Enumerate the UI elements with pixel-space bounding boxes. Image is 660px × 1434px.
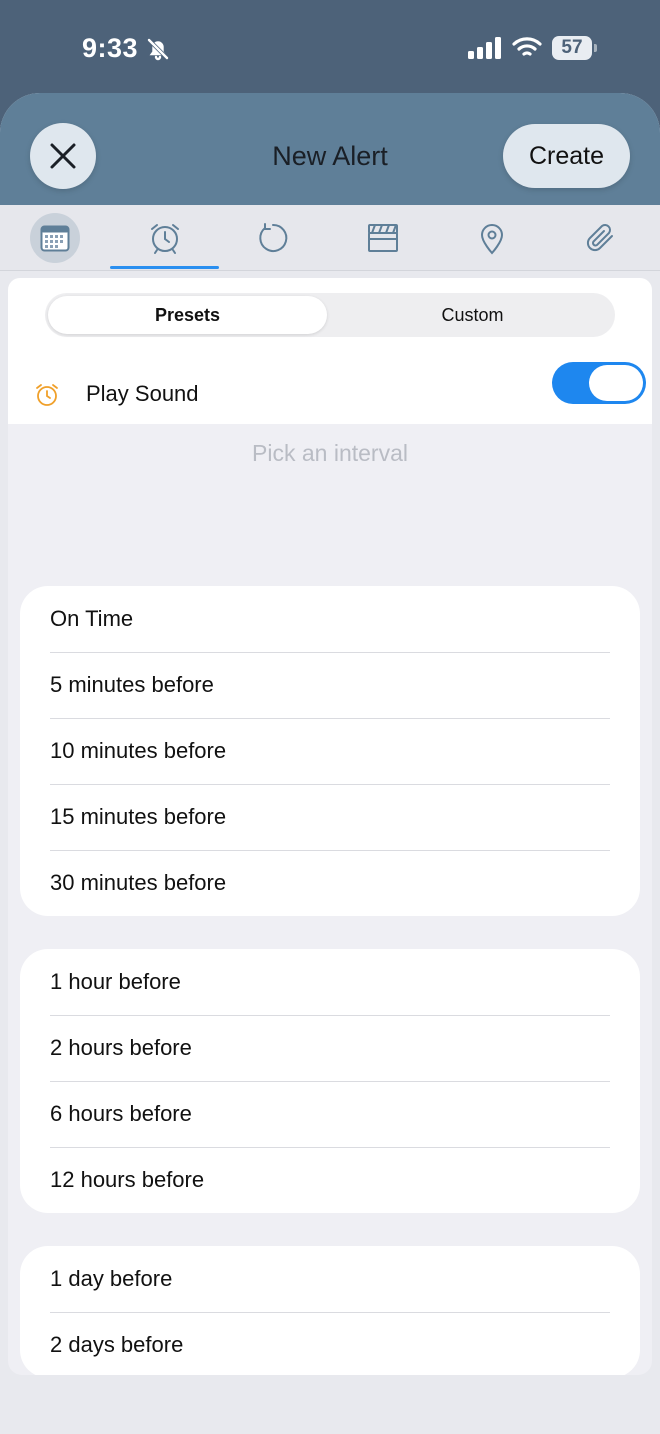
new-alert-sheet: New Alert Create Presets Custom Play Sou… (0, 93, 660, 1434)
tab-media[interactable] (328, 205, 438, 271)
interval-group-hours: 1 hour before 2 hours before 6 hours bef… (20, 949, 640, 1213)
list-item[interactable]: 10 minutes before (20, 718, 640, 784)
clapperboard-icon (368, 224, 398, 252)
list-item[interactable]: 6 hours before (20, 1081, 640, 1147)
options-panel: Presets Custom Play Sound (8, 278, 652, 424)
list-item[interactable]: 1 day before (20, 1246, 640, 1312)
mode-segmented-control: Presets Custom (45, 293, 615, 337)
status-time: 9:33 (82, 33, 139, 63)
tab-attachment[interactable] (546, 205, 656, 271)
tab-alert[interactable] (110, 205, 220, 271)
sheet-header: New Alert Create (0, 93, 660, 205)
cellular-signal-icon (468, 37, 501, 59)
tab-active-indicator (110, 266, 219, 269)
segment-presets[interactable]: Presets (48, 296, 327, 334)
bell-slash-icon (147, 38, 169, 61)
repeat-icon (259, 223, 288, 252)
battery-tip (594, 44, 597, 52)
tab-calendar-highlight (30, 213, 80, 263)
play-sound-row: Play Sound (8, 362, 652, 424)
segment-custom[interactable]: Custom (333, 296, 612, 334)
alert-content: Presets Custom Play Sound Pick an interv… (8, 278, 652, 1375)
toggle-knob (589, 365, 643, 401)
interval-group-minutes: On Time 5 minutes before 10 minutes befo… (20, 586, 640, 916)
wifi-icon (512, 37, 542, 56)
list-item[interactable]: 2 hours before (20, 1015, 640, 1081)
create-button[interactable]: Create (503, 124, 630, 188)
status-bar: 9:33 57 (0, 0, 660, 100)
play-sound-toggle[interactable] (552, 362, 646, 404)
interval-group-days: 1 day before 2 days before (20, 1246, 640, 1375)
calendar-icon (40, 225, 70, 252)
list-item[interactable]: 15 minutes before (20, 784, 640, 850)
list-item[interactable]: 5 minutes before (20, 652, 640, 718)
tab-bar (0, 205, 660, 271)
tab-repeat[interactable] (218, 205, 328, 271)
location-pin-icon (480, 224, 504, 255)
alarm-clock-icon (151, 224, 179, 254)
alarm-clock-icon (36, 384, 58, 406)
paperclip-icon (586, 224, 613, 252)
list-item[interactable]: 1 hour before (20, 949, 640, 1015)
list-item[interactable]: 30 minutes before (20, 850, 640, 916)
tab-calendar[interactable] (0, 205, 110, 271)
play-sound-label: Play Sound (86, 381, 199, 406)
list-item[interactable]: 2 days before (20, 1312, 640, 1375)
list-item[interactable]: On Time (20, 586, 640, 652)
battery-level: 57 (561, 37, 583, 58)
section-header: Pick an interval (252, 440, 408, 466)
list-item[interactable]: 12 hours before (20, 1147, 640, 1213)
battery-icon: 57 (552, 36, 592, 60)
tab-location[interactable] (437, 205, 547, 271)
